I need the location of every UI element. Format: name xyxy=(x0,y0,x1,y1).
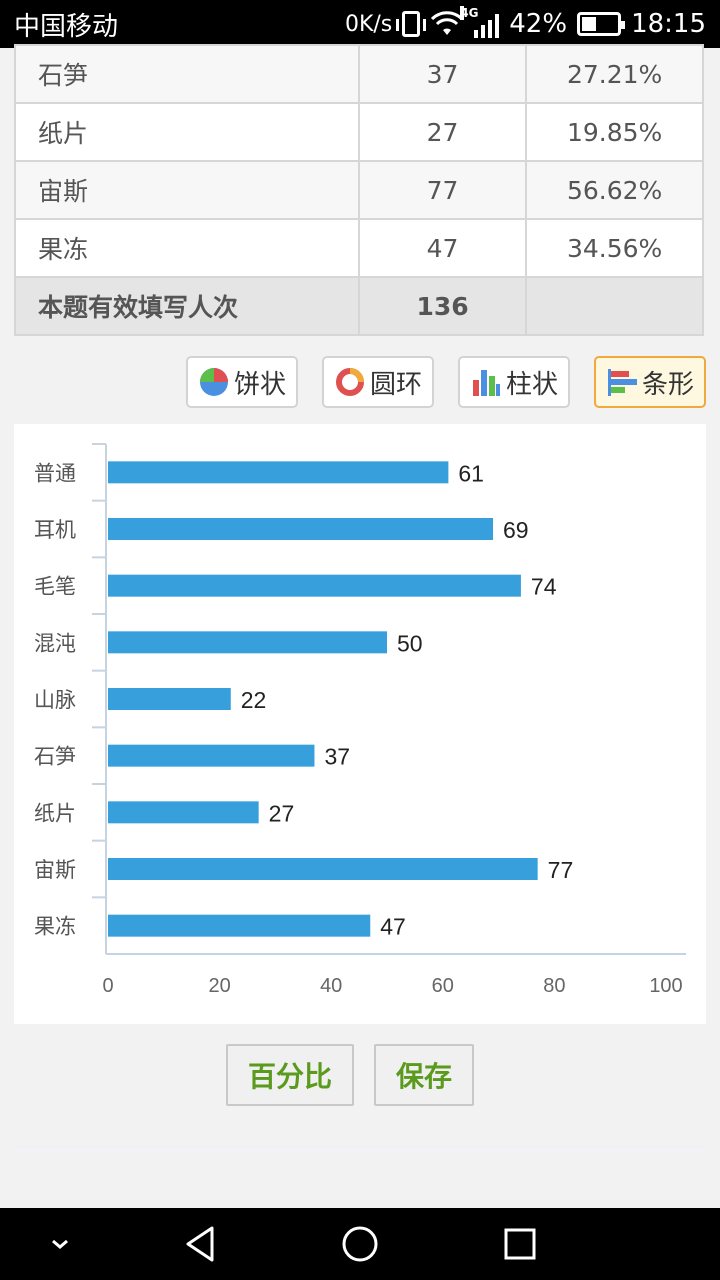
bar-chart: 普通 61 耳机 69 毛笔 74 混沌 50 山脉 22 石笋 37 纸片 27 宙斯 77 果冻 47 0 20 4… xyxy=(34,443,686,997)
option-percent: 19.85% xyxy=(525,102,704,162)
option-percent: 34.56% xyxy=(525,218,704,278)
percent-button[interactable]: 百分比 xyxy=(226,1044,354,1106)
category-label: 混沌 xyxy=(34,632,76,655)
chart-type-label: 圆环 xyxy=(370,369,423,400)
bar-value-label: 22 xyxy=(241,687,267,713)
bar-value-label: 37 xyxy=(324,744,350,770)
x-tick-label: 100 xyxy=(649,975,682,997)
bar xyxy=(108,518,494,540)
save-button[interactable]: 保存 xyxy=(374,1044,474,1106)
home-button[interactable] xyxy=(330,1208,390,1280)
option-name: 果冻 xyxy=(14,218,360,278)
table-row: 石笋 37 27.21% xyxy=(14,44,704,104)
bar-value-label: 61 xyxy=(458,460,484,486)
bar-value-label: 27 xyxy=(269,800,295,826)
chart-type-column-button[interactable]: 柱状 xyxy=(458,356,570,408)
net-speed: 0K/s xyxy=(344,11,393,37)
chart-type-label: 柱状 xyxy=(506,369,559,400)
category-label: 宙斯 xyxy=(34,859,76,882)
option-name: 纸片 xyxy=(14,102,360,162)
bar-value-label: 47 xyxy=(380,914,406,940)
bar xyxy=(108,801,259,824)
option-percent: 56.62% xyxy=(525,160,704,220)
x-tick-label: 20 xyxy=(208,975,230,997)
bar xyxy=(108,688,231,710)
category-label: 耳机 xyxy=(34,519,76,542)
table-row: 宙斯 77 56.62% xyxy=(14,160,704,220)
category-label: 普通 xyxy=(34,462,76,485)
recents-square-icon xyxy=(504,1228,536,1260)
wifi-icon xyxy=(431,11,464,35)
status-bar: 中国移动 0K/s 4G 42% 18:15 xyxy=(0,0,720,48)
option-count: 47 xyxy=(357,218,528,278)
table-row: 纸片 27 19.85% xyxy=(14,102,704,162)
option-count: 77 xyxy=(357,160,528,220)
x-tick-label: 40 xyxy=(320,975,342,997)
category-label: 毛笔 xyxy=(34,576,76,599)
chart-type-bar-button[interactable]: 条形 xyxy=(594,356,706,408)
bar xyxy=(108,914,371,937)
x-tick-label: 0 xyxy=(102,975,113,997)
category-label: 纸片 xyxy=(34,802,76,825)
x-tick-label: 80 xyxy=(543,975,565,997)
chevron-down-icon xyxy=(52,1239,68,1249)
bar-chart-panel: 普通 61 耳机 69 毛笔 74 混沌 50 山脉 22 石笋 37 纸片 27 宙斯 77 果冻 47 0 20 4… xyxy=(14,424,706,1024)
signal-icon: 4G xyxy=(460,6,500,38)
category-label: 石笋 xyxy=(34,746,76,769)
clock: 18:15 xyxy=(631,9,706,39)
network-type: 4G xyxy=(460,6,479,20)
ring-chart-icon xyxy=(336,368,364,396)
carrier-name: 中国移动 xyxy=(14,11,119,42)
pie-chart-icon xyxy=(200,368,228,396)
chart-type-pie-button[interactable]: 饼状 xyxy=(186,356,298,408)
total-percent xyxy=(525,276,704,336)
option-percent: 27.21% xyxy=(525,44,704,104)
recents-button[interactable] xyxy=(490,1208,550,1280)
bar xyxy=(108,461,449,484)
total-label: 本题有效填写人次 xyxy=(14,276,360,336)
vibrate-icon xyxy=(396,11,427,37)
divider xyxy=(14,1146,704,1148)
bar-value-label: 69 xyxy=(503,517,529,543)
chart-type-ring-button[interactable]: 圆环 xyxy=(322,356,434,408)
column-chart-icon xyxy=(473,370,500,396)
chart-type-label: 饼状 xyxy=(234,369,287,400)
back-triangle-icon xyxy=(186,1226,214,1262)
option-count: 27 xyxy=(357,102,528,162)
total-value: 136 xyxy=(357,276,528,336)
results-table: 石笋 37 27.21% 纸片 27 19.85% 宙斯 77 56.62% 果… xyxy=(14,44,704,336)
bar xyxy=(108,631,387,654)
bar-value-label: 77 xyxy=(548,857,574,883)
chart-type-label: 条形 xyxy=(642,369,695,400)
back-button[interactable] xyxy=(170,1208,230,1280)
status-icons: 0K/s 4G 42% 18:15 xyxy=(344,6,706,39)
bar-chart-icon xyxy=(608,369,637,396)
category-label: 山脉 xyxy=(34,689,76,712)
battery-percent: 42% xyxy=(509,9,568,39)
navigation-bar xyxy=(0,1208,720,1280)
battery-icon xyxy=(577,12,626,36)
category-label: 果冻 xyxy=(34,916,76,939)
bar-value-label: 50 xyxy=(397,630,423,656)
bar xyxy=(108,744,315,767)
option-name: 石笋 xyxy=(14,44,360,104)
table-row: 果冻 47 34.56% xyxy=(14,218,704,278)
option-count: 37 xyxy=(357,44,528,104)
total-row: 本题有效填写人次 136 xyxy=(14,276,704,336)
option-name: 宙斯 xyxy=(14,160,360,220)
bar-value-label: 74 xyxy=(531,574,557,600)
bar xyxy=(108,574,521,597)
hide-nav-button[interactable] xyxy=(30,1208,90,1280)
home-circle-icon xyxy=(342,1226,378,1262)
x-tick-label: 60 xyxy=(432,975,454,997)
bar xyxy=(108,858,538,880)
